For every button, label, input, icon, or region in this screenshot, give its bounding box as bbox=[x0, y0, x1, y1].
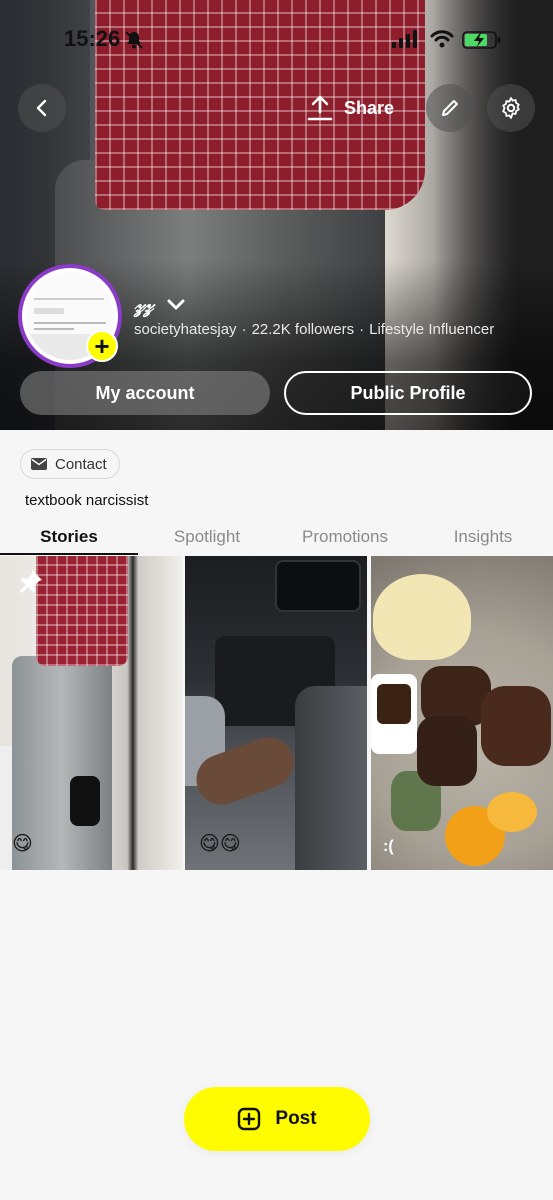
tab-spotlight[interactable]: Spotlight bbox=[138, 527, 276, 547]
chevron-down-icon bbox=[167, 299, 185, 310]
cellular-signal-icon bbox=[392, 30, 418, 53]
share-label: Share bbox=[344, 97, 395, 118]
followers-count: 22.2K followers bbox=[251, 321, 355, 338]
profile-meta: societyhatesjay · 22.2K followers · Lifestyl… bbox=[134, 321, 495, 338]
story-tile[interactable]: 😋 bbox=[0, 556, 182, 870]
settings-button[interactable] bbox=[487, 84, 535, 132]
my-account-button[interactable]: My account bbox=[20, 371, 270, 415]
share-button[interactable]: Share bbox=[300, 84, 400, 132]
tab-promotions[interactable]: Promotions bbox=[276, 527, 414, 547]
public-profile-button[interactable]: Public Profile bbox=[284, 371, 532, 415]
add-post-icon bbox=[238, 1107, 261, 1131]
wifi-icon bbox=[430, 29, 454, 54]
story-tile[interactable]: :( bbox=[371, 556, 553, 870]
bell-muted-icon bbox=[124, 30, 144, 55]
post-button[interactable]: Post bbox=[184, 1087, 370, 1151]
chevron-left-icon bbox=[36, 99, 47, 117]
battery-charging-icon bbox=[462, 30, 502, 55]
bio-text: textbook narcissist bbox=[25, 492, 149, 509]
share-upload-icon bbox=[307, 95, 333, 121]
story-caption: 😋 bbox=[12, 833, 33, 855]
add-story-button[interactable]: + bbox=[86, 330, 118, 362]
pencil-icon bbox=[442, 100, 458, 116]
display-name-row[interactable]: 𝓏𝓏 bbox=[134, 292, 186, 318]
display-name: 𝓏𝓏 bbox=[134, 292, 153, 317]
story-tile[interactable]: 😋😋 bbox=[185, 556, 367, 870]
back-button[interactable] bbox=[18, 84, 66, 132]
post-label: Post bbox=[275, 1108, 317, 1129]
envelope-icon bbox=[31, 458, 47, 470]
tab-insights[interactable]: Insights bbox=[414, 527, 552, 547]
contact-button[interactable]: Contact bbox=[20, 449, 120, 479]
pin-icon bbox=[18, 568, 44, 599]
profile-tabs: Stories Spotlight Promotions Insights bbox=[0, 527, 553, 555]
username: societyhatesjay bbox=[134, 321, 237, 338]
story-caption: 😋😋 bbox=[199, 833, 241, 855]
tab-stories[interactable]: Stories bbox=[0, 527, 138, 547]
edit-button[interactable] bbox=[426, 84, 474, 132]
profile-category: Lifestyle Influencer bbox=[369, 321, 495, 338]
contact-label: Contact bbox=[55, 455, 107, 473]
status-time: 15:26 bbox=[64, 26, 121, 51]
gear-icon bbox=[502, 97, 520, 119]
story-caption: :( bbox=[383, 838, 394, 855]
active-tab-indicator bbox=[0, 553, 138, 555]
status-bar: 15:26 bbox=[0, 26, 553, 56]
